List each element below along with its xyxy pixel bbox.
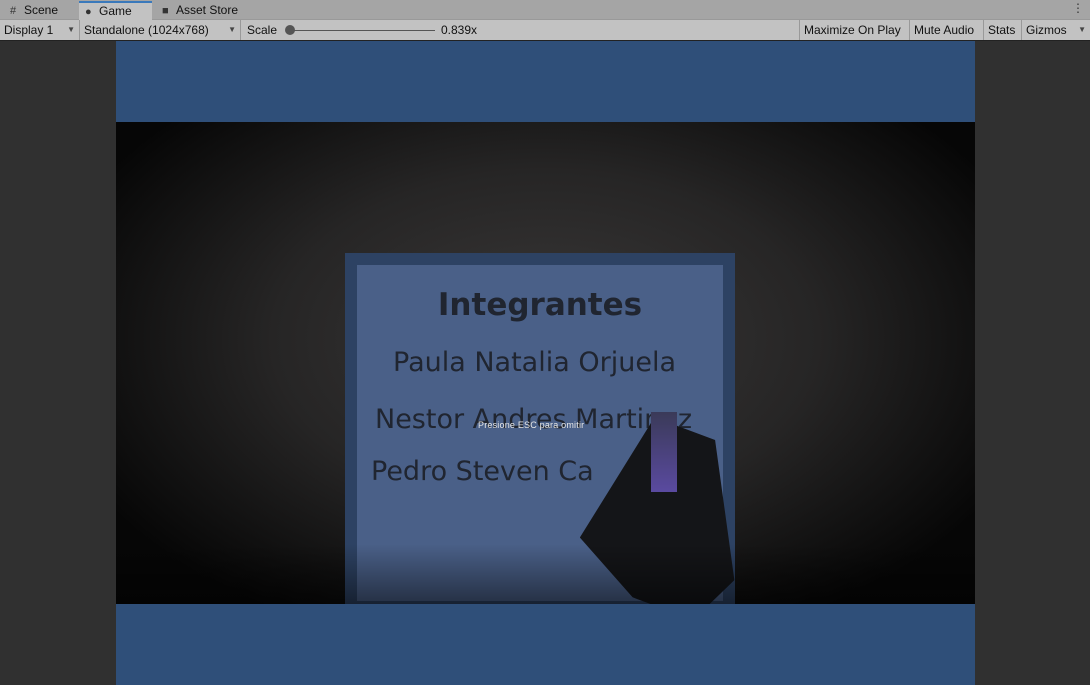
chevron-down-icon: ▼ <box>1078 25 1086 34</box>
scale-slider-handle[interactable] <box>285 25 295 35</box>
gizmos-dropdown[interactable]: Gizmos ▼ <box>1022 20 1090 40</box>
credit-name: Paula Natalia Orjuela <box>393 347 676 378</box>
chevron-down-icon: ▼ <box>67 25 75 34</box>
vignette <box>116 544 975 604</box>
maximize-on-play-toggle[interactable]: Maximize On Play <box>799 20 910 40</box>
mute-audio-toggle[interactable]: Mute Audio <box>910 20 984 40</box>
credit-name: Pedro Steven Ca <box>371 456 594 487</box>
stats-toggle[interactable]: Stats <box>984 20 1022 40</box>
tab-bar: # Scene ● Game ■ Asset Store ⋮ <box>0 0 1090 20</box>
cutscene-video: Integrantes Paula Natalia Orjuela Nestor… <box>116 122 975 604</box>
tab-asset-store[interactable]: ■ Asset Store <box>156 1 256 20</box>
tab-scene[interactable]: # Scene <box>4 1 76 20</box>
scale-slider-track[interactable] <box>290 30 435 31</box>
game-viewport[interactable]: Integrantes Paula Natalia Orjuela Nestor… <box>116 41 975 685</box>
more-options-icon[interactable]: ⋮ <box>1072 1 1084 15</box>
skip-hint: Presione ESC para omitir <box>478 420 585 430</box>
credits-title: Integrantes <box>437 287 643 323</box>
shopping-bag-icon: ■ <box>162 5 169 17</box>
chevron-down-icon: ▼ <box>228 25 236 34</box>
gamepad-icon: ● <box>85 6 92 18</box>
tab-game[interactable]: ● Game <box>79 1 152 20</box>
resolution-dropdown[interactable]: Standalone (1024x768) ▼ <box>80 20 241 40</box>
game-toolbar: Display 1 ▼ Standalone (1024x768) ▼ Scale 0… <box>0 20 1090 41</box>
display-dropdown[interactable]: Display 1 ▼ <box>0 20 80 40</box>
grid-icon: # <box>10 5 17 17</box>
character-figure <box>651 412 677 492</box>
